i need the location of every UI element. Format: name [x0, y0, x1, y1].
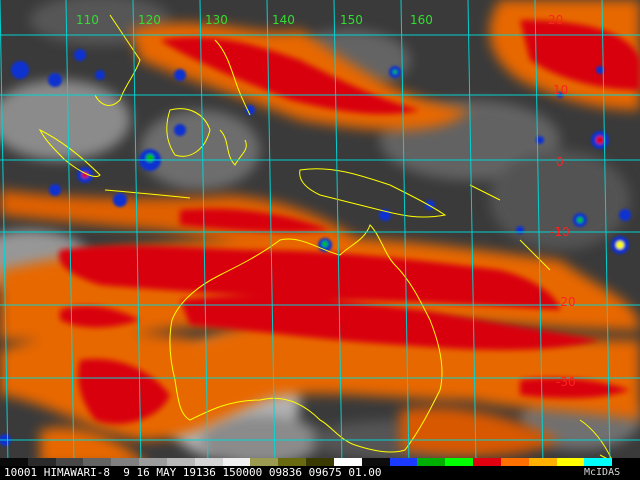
color-scale-swatch: [389, 458, 418, 466]
lat-label-10: 10: [553, 83, 568, 97]
lon-label-120: 120: [138, 13, 161, 27]
lon-label-140: 140: [272, 13, 295, 27]
lon-label-110: 110: [76, 13, 99, 27]
color-scale-swatch: [27, 458, 56, 466]
lat-label-minus-10: -10: [550, 225, 570, 239]
color-scale-swatch: [528, 458, 557, 466]
color-scale-swatch: [250, 458, 279, 466]
color-scale-swatch: [166, 458, 195, 466]
color-scale-swatch: [306, 458, 334, 466]
lat-label-minus-30: -30: [556, 375, 576, 389]
color-scale-swatch: [278, 458, 307, 466]
mcidas-brand: McIDAS: [584, 467, 621, 478]
color-scale-swatch: [83, 458, 112, 466]
color-scale-swatch: [473, 458, 501, 466]
color-scale-swatch: [445, 458, 474, 466]
lat-label-20: 20: [548, 13, 563, 27]
lon-label-150: 150: [340, 13, 363, 27]
color-scale-swatch: [333, 458, 362, 466]
color-scale-swatch: [361, 458, 390, 466]
color-scale-swatch: [139, 458, 167, 466]
status-bar: 10001 HIMAWARI-8 9 16 MAY 19136 150000 0…: [0, 466, 640, 480]
color-scale-swatch: [584, 458, 613, 466]
color-scale-bar: [0, 458, 640, 466]
lat-label-0: 0: [556, 155, 564, 169]
color-scale-swatch: [111, 458, 140, 466]
color-scale-swatch: [417, 458, 446, 466]
lon-label-130: 130: [205, 13, 228, 27]
color-scale-swatch: [222, 458, 251, 466]
color-scale-swatch: [194, 458, 223, 466]
lon-label-160: 160: [410, 13, 433, 27]
color-scale-swatch: [556, 458, 585, 466]
color-scale-swatch: [612, 458, 640, 466]
lat-label-minus-20: -20: [556, 295, 576, 309]
color-scale-swatch: [55, 458, 84, 466]
satellite-map: 110 120 130 140 150 160 20 10 0 -10 -20 …: [0, 0, 640, 467]
status-line: 10001 HIMAWARI-8 9 16 MAY 19136 150000 0…: [4, 466, 382, 479]
color-scale-swatch: [500, 458, 529, 466]
color-scale-swatch: [0, 458, 28, 466]
